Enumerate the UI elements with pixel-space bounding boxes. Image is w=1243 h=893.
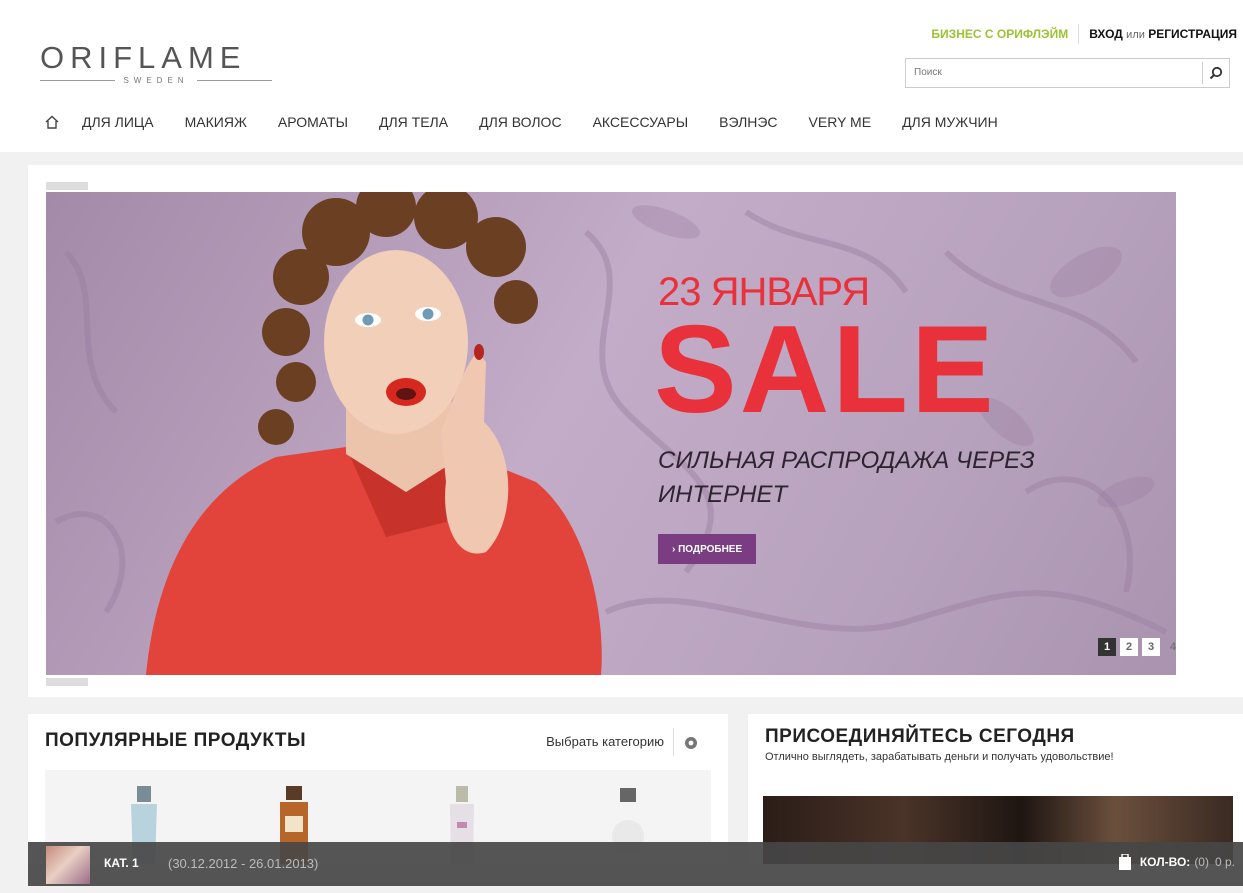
divider <box>673 728 674 756</box>
bag-icon <box>1118 854 1131 870</box>
join-subtitle: Отлично выглядеть, зарабатывать деньги и… <box>765 751 1114 763</box>
search-button[interactable] <box>1202 62 1229 84</box>
pager-page-4[interactable]: 4 <box>1164 638 1182 656</box>
catalog-dates: (30.12.2012 - 26.01.2013) <box>168 856 319 871</box>
account-links: БИЗНЕС С ОРИФЛЭЙМ ВХОД или РЕГИСТРАЦИЯ <box>931 24 1237 44</box>
catalog-name[interactable]: КАТ. 1 <box>104 856 139 870</box>
cart-sum: 0 р. <box>1214 855 1235 869</box>
catalog-bar: КАТ. 1 (30.12.2012 - 26.01.2013) КОЛ-ВО:… <box>28 842 1243 886</box>
oriflame-logo[interactable]: ORIFLAME SWEDEN <box>40 42 280 85</box>
site-header: ORIFLAME SWEDEN БИЗНЕС С ОРИФЛЭЙМ ВХОД и… <box>0 0 1243 152</box>
nav-item-very-me[interactable]: VERY ME <box>809 114 872 130</box>
search-input[interactable] <box>906 59 1202 85</box>
banner-more-button[interactable]: › ПОДРОБНЕЕ <box>658 534 757 564</box>
banner-tab-bottom <box>46 678 88 686</box>
nav-item-men[interactable]: ДЛЯ МУЖЧИН <box>902 114 998 130</box>
banner-tagline: СИЛЬНАЯ РАСПРОДАЖА ЧЕРЕЗ ИНТЕРНЕТ <box>658 447 1035 508</box>
banner-pager: 1 2 3 4 <box>1098 638 1182 656</box>
banner-artwork <box>54 192 1168 675</box>
cart-summary[interactable]: КОЛ-ВО: (0) 0 р. <box>1118 854 1235 870</box>
nav-item-body[interactable]: ДЛЯ ТЕЛА <box>379 114 448 130</box>
search-box <box>905 58 1230 88</box>
choose-category-link[interactable]: Выбрать категорию <box>546 734 664 749</box>
join-title: ПРИСОЕДИНЯЙТЕСЬ СЕГОДНЯ <box>765 726 1075 747</box>
catalog-thumbnail[interactable] <box>46 846 90 884</box>
home-icon[interactable] <box>44 114 60 130</box>
nav-item-face[interactable]: ДЛЯ ЛИЦА <box>82 114 154 130</box>
pager-page-1[interactable]: 1 <box>1098 638 1116 656</box>
business-link[interactable]: БИЗНЕС С ОРИФЛЭЙМ <box>931 27 1078 41</box>
banner-tab-top <box>46 182 88 190</box>
nav-item-accessories[interactable]: АКСЕССУАРЫ <box>593 114 689 130</box>
nav-item-hair[interactable]: ДЛЯ ВОЛОС <box>479 114 561 130</box>
promo-banner[interactable]: 23 ЯНВАРЯ SALE СИЛЬНАЯ РАСПРОДАЖА ЧЕРЕЗ … <box>46 192 1176 675</box>
search-icon <box>1209 66 1223 80</box>
banner-headline: SALE <box>654 301 997 439</box>
cart-qty-label: КОЛ-ВО: <box>1139 855 1191 869</box>
login-link[interactable]: ВХОД <box>1089 27 1123 41</box>
or-text: или <box>1126 29 1145 41</box>
nav-item-fragrances[interactable]: АРОМАТЫ <box>278 114 348 130</box>
nav-item-wellness[interactable]: ВЭЛНЭС <box>719 114 777 130</box>
main-nav: ДЛЯ ЛИЦА МАКИЯЖ АРОМАТЫ ДЛЯ ТЕЛА ДЛЯ ВОЛ… <box>44 114 1029 130</box>
nav-item-makeup[interactable]: МАКИЯЖ <box>185 114 247 130</box>
register-link[interactable]: РЕГИСТРАЦИЯ <box>1148 27 1237 41</box>
logo-sub-text: SWEDEN <box>123 76 189 85</box>
gear-icon[interactable] <box>684 736 698 750</box>
popular-title: ПОПУЛЯРНЫЕ ПРОДУКТЫ <box>45 730 307 751</box>
pager-page-2[interactable]: 2 <box>1120 638 1138 656</box>
logo-subline: SWEDEN <box>40 76 272 85</box>
login-register: ВХОД или РЕГИСТРАЦИЯ <box>1079 27 1237 41</box>
cart-qty-value: (0) <box>1194 855 1209 869</box>
pager-page-3[interactable]: 3 <box>1142 638 1160 656</box>
logo-wordmark: ORIFLAME <box>40 40 247 75</box>
